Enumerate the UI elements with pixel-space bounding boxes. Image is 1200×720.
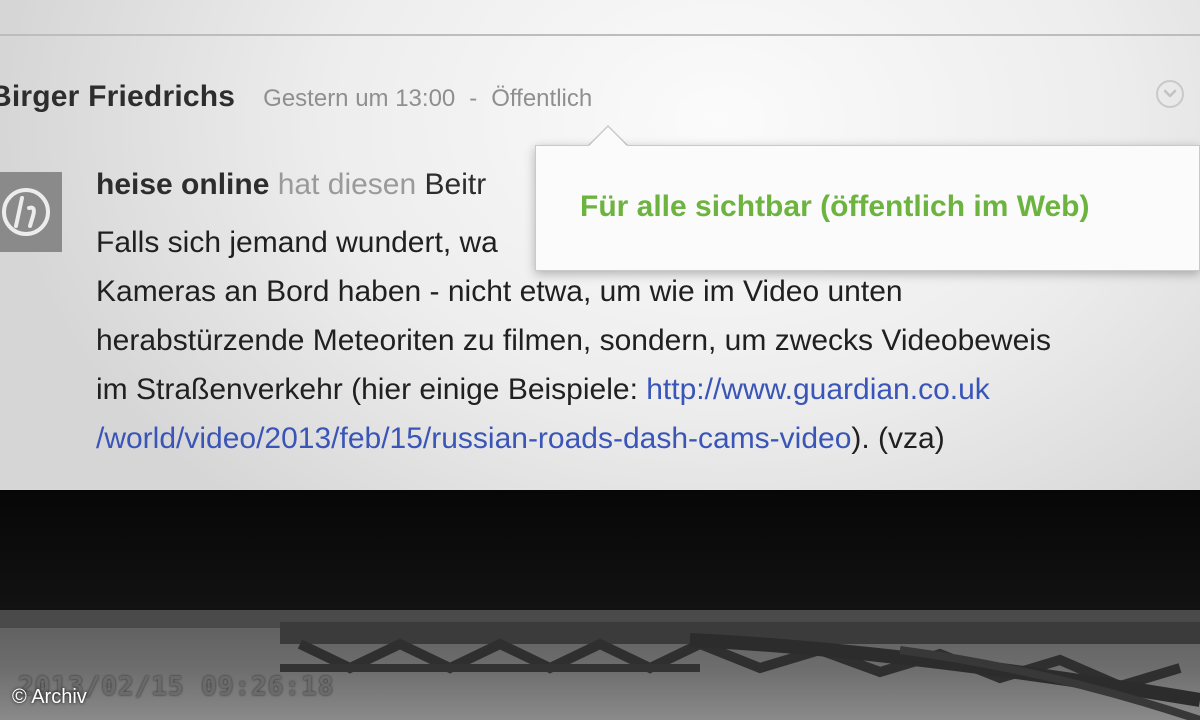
guardian-link-continued[interactable]: /world/video/2013/feb/15/russian-roads-d… xyxy=(96,422,851,455)
body-line: herabstürzende Meteoriten zu filmen, son… xyxy=(96,324,1051,357)
body-text: ). (vza) xyxy=(851,422,945,455)
tooltip-text: Für alle sichtbar (öffentlich im Web) xyxy=(580,190,1090,223)
shared-by-author[interactable]: heise online xyxy=(96,168,269,201)
bridge-truss-graphic xyxy=(0,610,1200,720)
copyright-notice: © Archiv xyxy=(12,686,87,708)
video-still: 2013/02/15 09:26:18 xyxy=(0,610,1200,720)
body-line: /world/video/2013/feb/15/russian-roads-d… xyxy=(96,414,1196,463)
guardian-link[interactable]: http://www.guardian.co.uk xyxy=(646,373,990,406)
post-card: Birger Friedrichs Gestern um 13:00 - Öff… xyxy=(0,0,1200,490)
divider xyxy=(0,34,1200,36)
chevron-down-icon xyxy=(1163,89,1177,98)
post-timestamp[interactable]: Gestern um 13:00 xyxy=(263,85,455,113)
screen-bezel xyxy=(0,490,1200,610)
visibility-link[interactable]: Öffentlich xyxy=(491,85,592,113)
share-info: heise online hat diesen Beitr xyxy=(96,168,486,202)
post-menu-button[interactable] xyxy=(1156,80,1184,108)
post-header: Birger Friedrichs Gestern um 13:00 - Öff… xyxy=(0,80,592,124)
heise-logo-icon xyxy=(2,188,50,236)
body-line: Kameras an Bord haben - nicht etwa, um w… xyxy=(96,275,903,308)
header-separator: - xyxy=(469,85,478,112)
avatar[interactable] xyxy=(0,172,62,252)
body-line: im Straßenverkehr (hier einige Beispiele… xyxy=(96,365,1196,414)
share-object: Beitr xyxy=(424,168,487,201)
body-text: im Straßenverkehr (hier einige Beispiele… xyxy=(96,373,647,406)
author-name[interactable]: Birger Friedrichs xyxy=(0,80,235,114)
share-verb: hat diesen xyxy=(277,168,417,201)
tooltip-arrow xyxy=(589,127,627,146)
visibility-tooltip: Für alle sichtbar (öffentlich im Web) xyxy=(535,145,1200,271)
